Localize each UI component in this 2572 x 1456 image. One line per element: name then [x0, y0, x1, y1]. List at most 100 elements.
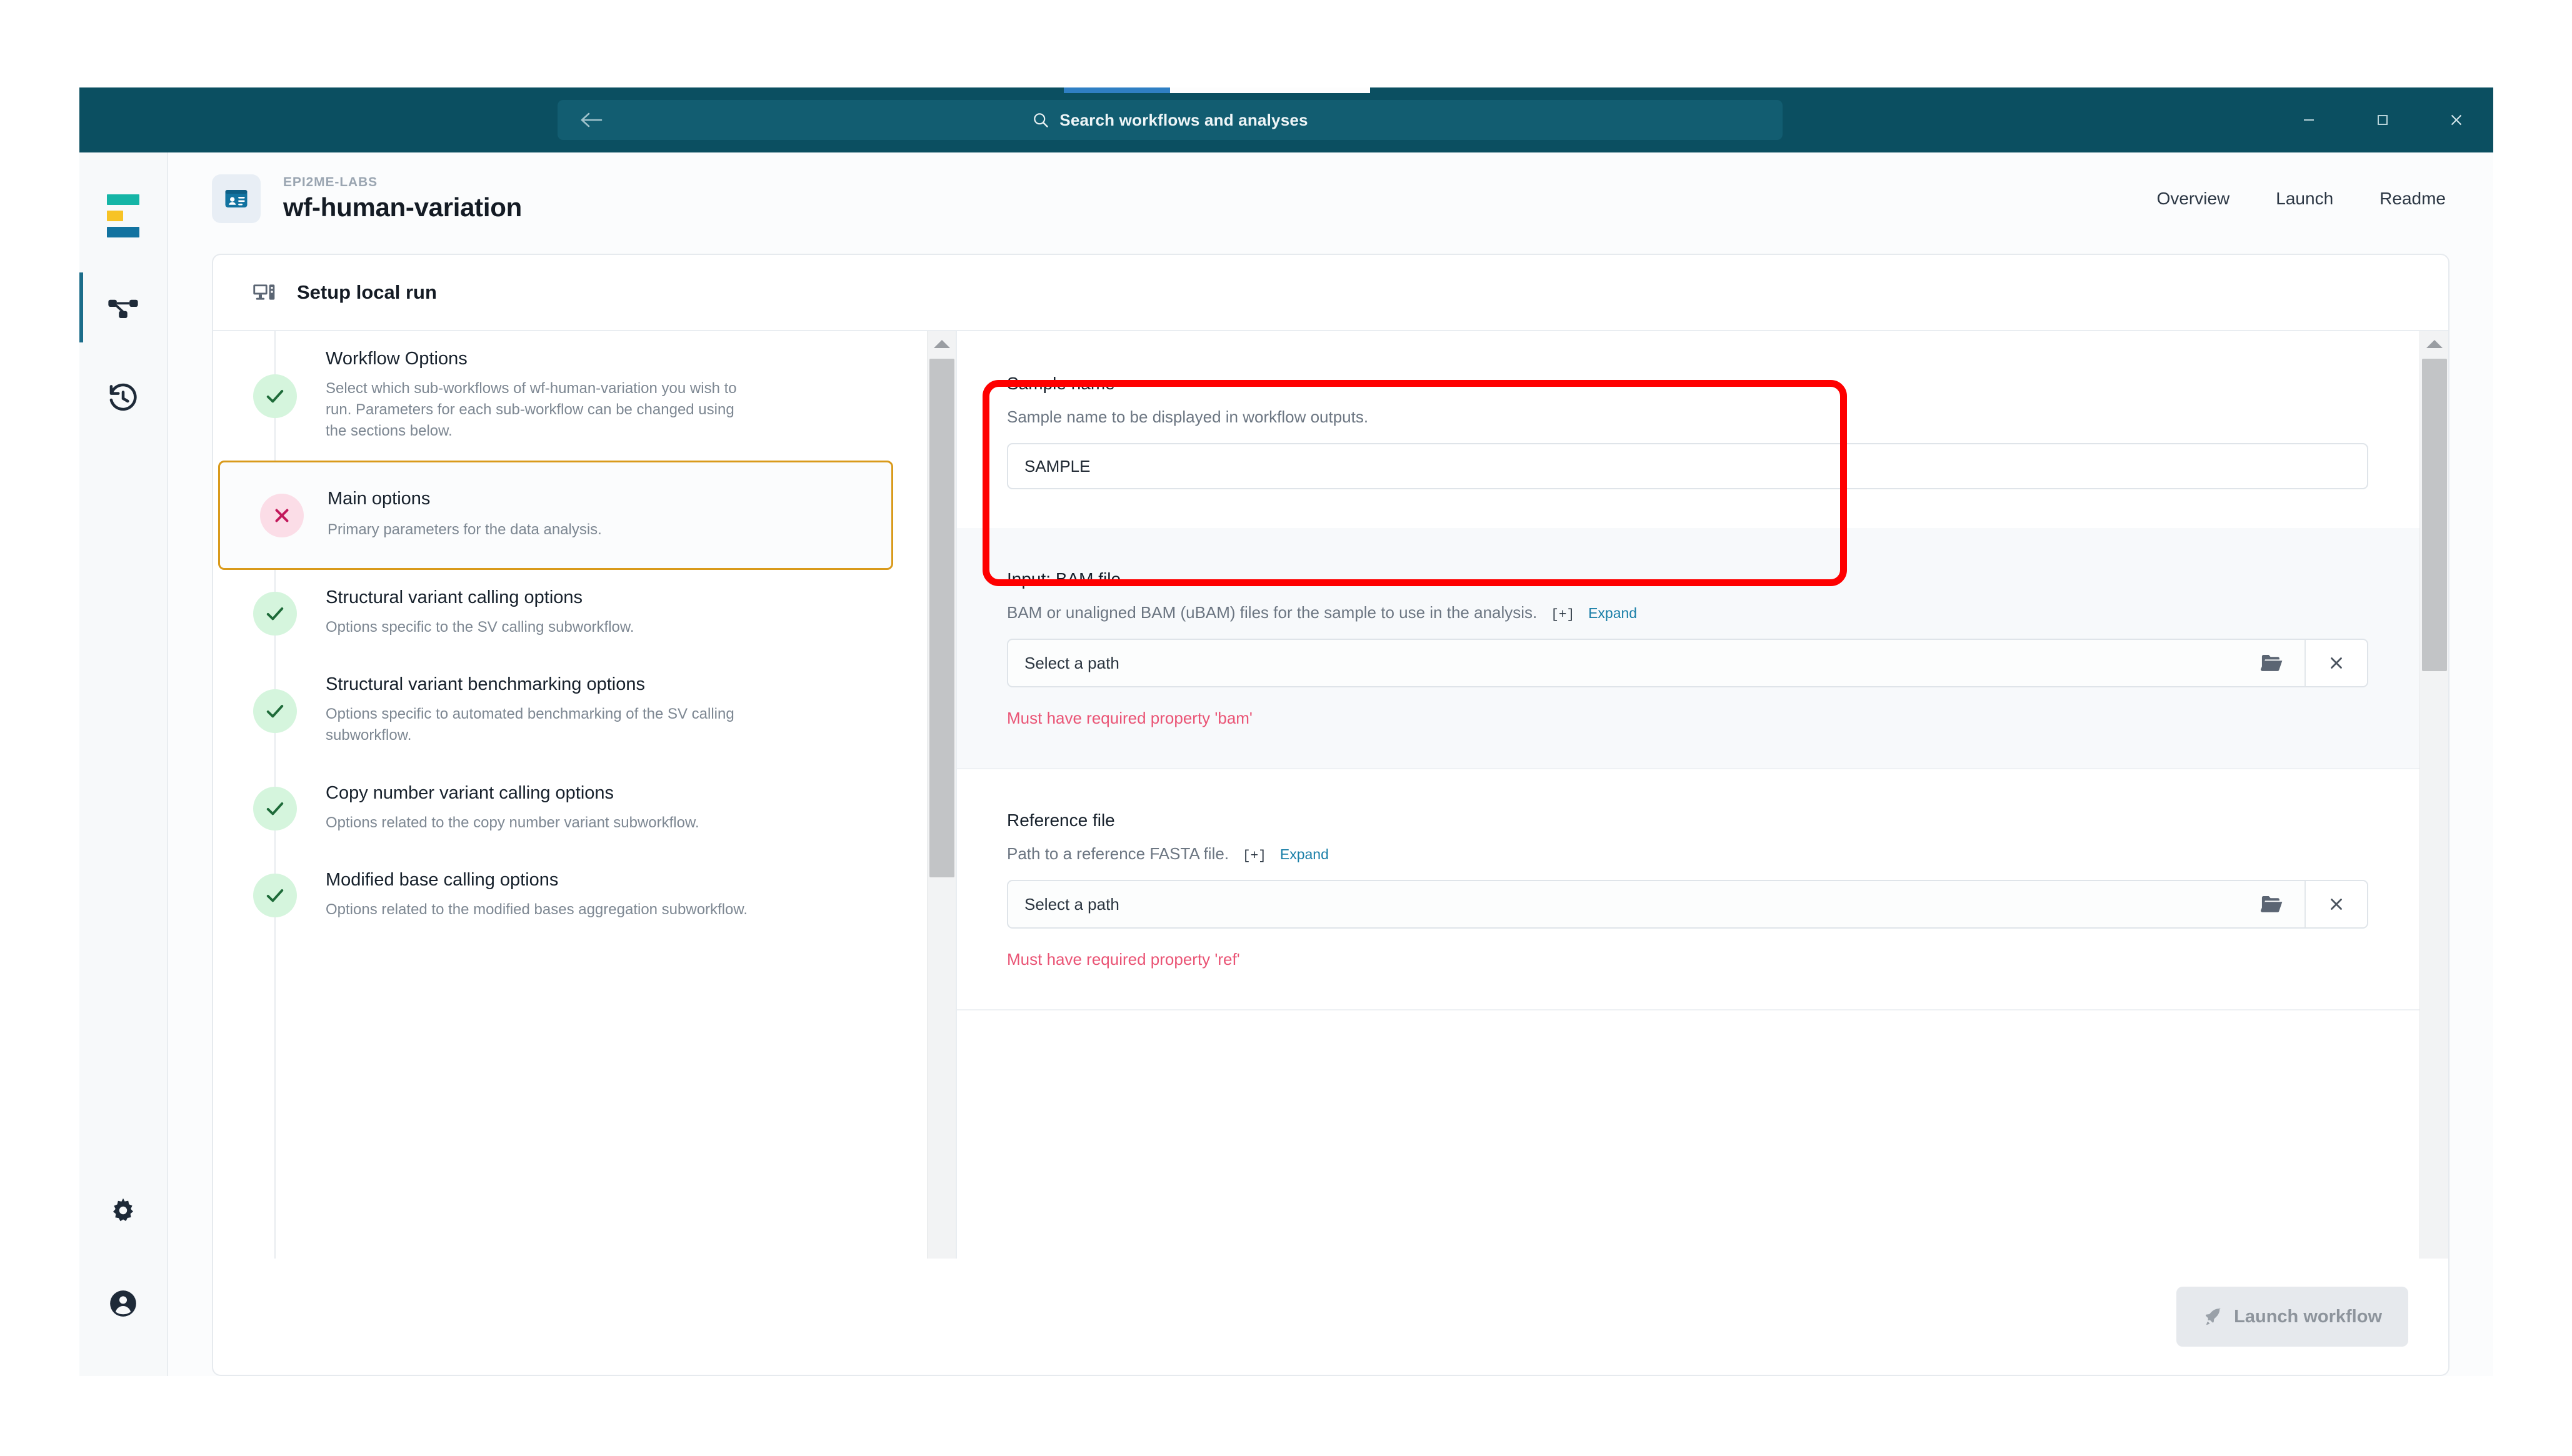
rocket-icon: [2203, 1307, 2223, 1327]
status-badge-check-icon: [253, 874, 297, 918]
step-title: Main options: [328, 489, 431, 509]
scrollbar-thumb[interactable]: [2422, 359, 2447, 671]
step-description: Primary parameters for the data analysis…: [328, 521, 602, 539]
tab-readme[interactable]: Readme: [2379, 189, 2446, 209]
active-tab-indicator-highlight: [1170, 87, 1370, 93]
card-header: Setup local run: [213, 255, 2448, 331]
workflow-header: EPI2ME-LABS wf-human-variation Overview …: [168, 152, 2493, 245]
field-label: Reference file: [1007, 810, 1115, 830]
step-item-structural-variant-calling[interactable]: Structural variant calling options Optio…: [213, 570, 927, 657]
field-sample-name: Sample name Sample name to be displayed …: [957, 331, 2419, 528]
reference-path-selector[interactable]: Select a path: [1007, 880, 2368, 929]
sample-name-input[interactable]: [1007, 443, 2368, 489]
status-badge-check-icon: [253, 374, 297, 418]
workflow-organisation: EPI2ME-LABS: [283, 175, 378, 189]
title-bar: Search workflows and analyses: [79, 87, 2493, 152]
step-description: Options specific to the SV calling subwo…: [326, 619, 634, 636]
gear-icon: [108, 1196, 138, 1226]
application-body: EPI2ME-LABS wf-human-variation Overview …: [79, 152, 2493, 1376]
sidebar-item-history[interactable]: [79, 352, 167, 444]
step-title: Modified base calling options: [326, 869, 559, 890]
field-reference-file: Reference file Path to a reference FASTA…: [957, 769, 2419, 1010]
bam-validation-error: Must have required property 'bam': [1007, 709, 1253, 727]
expand-plus-icon[interactable]: [+]: [1243, 849, 1266, 864]
page-title: wf-human-variation: [283, 192, 522, 222]
sidebar-item-account[interactable]: [79, 1257, 167, 1350]
step-title: Structural variant calling options: [326, 587, 583, 608]
status-badge-check-icon: [253, 689, 297, 733]
global-search-bar[interactable]: Search workflows and analyses: [558, 100, 1783, 140]
card-footer: Launch workflow: [212, 1259, 2449, 1376]
form-scrollbar[interactable]: [2419, 331, 2448, 1307]
form-panel: Sample name Sample name to be displayed …: [957, 331, 2448, 1307]
back-arrow-icon[interactable]: [578, 107, 605, 132]
search-icon: [1032, 111, 1049, 129]
account-icon: [108, 1288, 139, 1319]
scrollbar-thumb[interactable]: [929, 359, 954, 877]
field-label: Sample name: [1007, 374, 1115, 393]
folder-open-icon[interactable]: [2239, 881, 2304, 927]
launch-workflow-button[interactable]: Launch workflow: [2176, 1287, 2408, 1347]
step-description: Options specific to automated benchmarki…: [326, 706, 734, 744]
step-item-copy-number-variant-calling[interactable]: Copy number variant calling options Opti…: [213, 765, 927, 852]
status-badge-check-icon: [253, 787, 297, 831]
search-placeholder-text: Search workflows and analyses: [1059, 110, 1308, 129]
desktop-icon: [252, 280, 277, 305]
step-item-main-options[interactable]: Main options Primary parameters for the …: [218, 461, 893, 571]
sidebar-item-workflows[interactable]: [79, 261, 167, 352]
folder-open-icon[interactable]: [2239, 640, 2304, 686]
step-item-structural-variant-benchmarking[interactable]: Structural variant benchmarking options …: [213, 657, 927, 765]
expand-plus-icon[interactable]: [+]: [1551, 608, 1574, 622]
steps-scrollbar[interactable]: [927, 331, 956, 1307]
card-body: Workflow Options Select which sub-workfl…: [213, 331, 2448, 1307]
expand-link[interactable]: Expand: [1588, 605, 1637, 622]
workflow-card-icon: [212, 174, 261, 223]
workflows-icon: [106, 290, 140, 324]
header-nav: Overview Launch Readme: [2157, 189, 2446, 209]
step-description: Options related to the copy number varia…: [326, 814, 699, 831]
steps-scroll-region: Workflow Options Select which sub-workfl…: [213, 331, 927, 1307]
launch-workflow-label: Launch workflow: [2234, 1306, 2382, 1327]
maximize-button[interactable]: [2346, 87, 2419, 152]
scroll-up-arrow-icon[interactable]: [928, 331, 956, 356]
close-button[interactable]: [2419, 87, 2493, 152]
expand-link[interactable]: Expand: [1280, 846, 1329, 863]
minimize-button[interactable]: [2272, 87, 2346, 152]
step-title: Structural variant benchmarking options: [326, 674, 645, 695]
tab-launch[interactable]: Launch: [2276, 189, 2333, 209]
search-center-group: Search workflows and analyses: [558, 100, 1783, 140]
step-item-workflow-options[interactable]: Workflow Options Select which sub-workfl…: [213, 331, 927, 461]
field-label: Input: BAM file: [1007, 569, 1121, 589]
left-navigation-rail: [79, 152, 168, 1376]
step-title: Workflow Options: [326, 349, 468, 369]
rail-top-group: [79, 170, 167, 444]
epi2me-logo-icon: [107, 194, 139, 237]
screenshot-root: Search workflows and analyses EPI2ME-LAB…: [0, 0, 2572, 1456]
field-bam-input: Input: BAM file BAM or unaligned BAM (uB…: [957, 528, 2419, 769]
tab-overview[interactable]: Overview: [2157, 189, 2230, 209]
bam-clear-close-icon[interactable]: [2304, 640, 2367, 686]
card-title: Setup local run: [297, 281, 437, 303]
workflow-title-block: EPI2ME-LABS wf-human-variation: [283, 175, 522, 222]
field-help-text: Path to a reference FASTA file.: [1007, 844, 1229, 863]
reference-path-placeholder[interactable]: Select a path: [1008, 881, 2239, 927]
step-description: Select which sub-workflows of wf-human-v…: [326, 380, 737, 440]
step-item-modified-base-calling[interactable]: Modified base calling options Options re…: [213, 852, 927, 939]
form-scroll-region: Sample name Sample name to be displayed …: [957, 331, 2419, 1307]
history-icon: [107, 382, 139, 414]
scroll-up-arrow-icon[interactable]: [2420, 331, 2448, 356]
field-help-row: BAM or unaligned BAM (uBAM) files for th…: [1007, 603, 2368, 622]
field-help-text: BAM or unaligned BAM (uBAM) files for th…: [1007, 603, 1538, 622]
sidebar-item-settings[interactable]: [79, 1165, 167, 1257]
sidebar-item-logo: [79, 170, 167, 261]
step-description: Options related to the modified bases ag…: [326, 900, 748, 918]
rail-bottom-group: [79, 1165, 167, 1350]
bam-path-placeholder[interactable]: Select a path: [1008, 640, 2239, 686]
bam-path-selector[interactable]: Select a path: [1007, 639, 2368, 687]
step-title: Copy number variant calling options: [326, 782, 614, 803]
reference-clear-close-icon[interactable]: [2304, 881, 2367, 927]
status-badge-check-icon: [253, 591, 297, 636]
field-help-row: Path to a reference FASTA file. [+] Expa…: [1007, 844, 2368, 864]
setup-local-run-card: Setup local run Workflow Options Select …: [212, 254, 2449, 1309]
field-help-text: Sample name to be displayed in workflow …: [1007, 407, 1369, 426]
